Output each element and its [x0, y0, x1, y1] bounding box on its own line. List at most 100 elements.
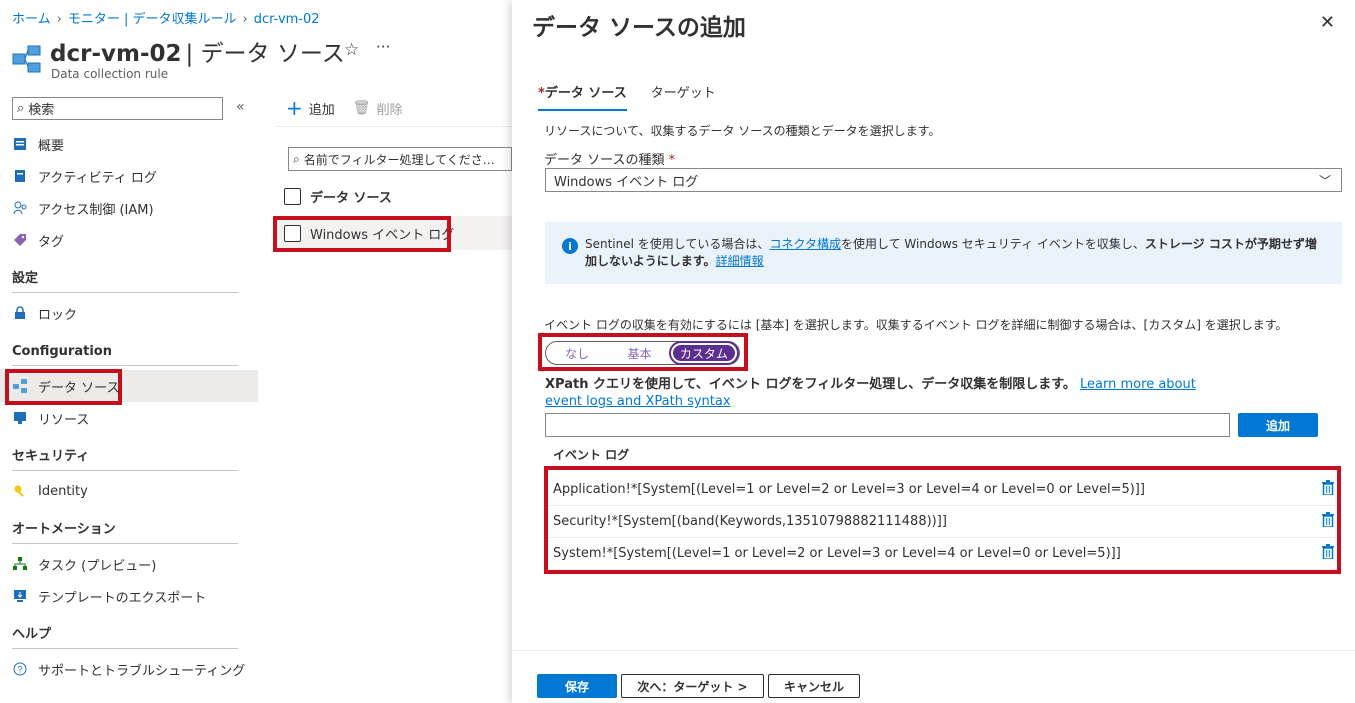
chevron-down-icon: ﹀	[1318, 173, 1331, 188]
event-log-list: Application!*[System[(Level=1 or Level=2…	[549, 474, 1338, 570]
column-header-data-source: データ ソース	[310, 191, 392, 206]
nav-item-tags[interactable]: タグ	[0, 224, 258, 256]
delete-trash-icon[interactable]	[1322, 512, 1334, 531]
tasks-icon	[12, 556, 28, 572]
resource-nav: 概要 アクティビティ ログ アクセス制御 (IAM) タグ 設定 ロック Con…	[0, 128, 258, 685]
nav-item-activity-log[interactable]: アクティビティ ログ	[0, 160, 258, 192]
nav-section-settings: 設定	[12, 271, 39, 286]
nav-item-label: ロック	[38, 307, 78, 323]
resource-blade: ホーム › モニター | データ収集ルール › dcr-vm-02 dcr-vm-02 |…	[0, 0, 512, 703]
nav-item-identity[interactable]: Identity	[0, 475, 258, 507]
learn-more-link[interactable]: 詳細情報	[716, 254, 764, 268]
xpath-description: XPath クエリを使用して、イベント ログをフィルター処理し、データ収集を制限…	[545, 376, 1225, 410]
nav-item-iam[interactable]: アクセス制御 (IAM)	[0, 192, 258, 224]
label-text: データ ソースの種類	[544, 153, 665, 168]
favorite-star-icon[interactable]: ☆	[344, 40, 359, 60]
page-name: | データ ソース	[185, 41, 345, 67]
help-circle-icon: ?	[12, 661, 28, 677]
data-source-type-label: データ ソースの種類 *	[544, 149, 675, 168]
row-checkbox[interactable]	[284, 225, 301, 242]
breadcrumb-monitor-dcr[interactable]: モニター | データ収集ルール	[68, 12, 237, 27]
xpath-query-input[interactable]	[545, 413, 1230, 437]
tab-target[interactable]: ターゲット	[651, 82, 716, 111]
search-icon: ⌕	[293, 151, 300, 166]
collapse-nav-icon[interactable]: «	[236, 99, 245, 115]
search-icon: ⌕	[17, 101, 25, 116]
delete-button[interactable]: 削除	[377, 99, 403, 118]
list-item: Security!*[System[(band(Keywords,1351079…	[549, 506, 1338, 538]
export-template-icon	[12, 588, 28, 604]
nav-divider	[12, 648, 238, 649]
next-target-button[interactable]: 次へ：ターゲット >	[621, 674, 764, 698]
monitor-icon	[12, 410, 28, 426]
toggle-option-basic[interactable]: 基本	[608, 343, 670, 363]
toolbar-divider	[276, 126, 512, 127]
list-item: Application!*[System[(Level=1 or Level=2…	[549, 474, 1338, 506]
row-data-source-name[interactable]: Windows イベント ログ	[310, 224, 454, 243]
nav-item-support[interactable]: ? サポートとトラブルシューティング	[0, 653, 258, 685]
grid-header: データ ソース	[284, 187, 392, 206]
add-data-source-panel: データ ソースの追加 ✕ *データ ソース ターゲット リソースについて、収集す…	[512, 0, 1355, 703]
nav-item-label: アクセス制御 (IAM)	[38, 202, 154, 218]
footer-divider	[512, 650, 1355, 651]
plus-icon[interactable]: +	[286, 98, 303, 118]
breadcrumb-separator: ›	[242, 12, 248, 27]
table-row-content: Windows イベント ログ	[284, 224, 454, 243]
command-bar: + 追加 🗑 削除	[286, 98, 403, 118]
panel-description: リソースについて、収集するデータ ソースの種類とデータを選択します。	[544, 124, 941, 138]
page-title: dcr-vm-02 | データ ソース	[50, 34, 345, 68]
toggle-option-custom[interactable]: カスタム	[670, 343, 737, 363]
cancel-button[interactable]: キャンセル	[768, 674, 860, 698]
toggle-option-none[interactable]: なし	[546, 343, 608, 363]
save-button[interactable]: 保存	[537, 674, 617, 698]
connector-config-link[interactable]: コネクタ構成	[769, 237, 841, 251]
nav-item-export-template[interactable]: テンプレートのエクスポート	[0, 580, 258, 612]
nav-divider	[12, 292, 238, 293]
nav-item-lock[interactable]: ロック	[0, 297, 258, 329]
info-text-mid: を使用して Windows セキュリティ イベントを収集し、	[840, 237, 1145, 251]
nav-search-placeholder: 検索	[28, 103, 55, 118]
nav-item-label: リソース	[38, 412, 90, 428]
nav-search-input[interactable]: ⌕ 検索	[12, 97, 223, 120]
lock-icon	[12, 305, 28, 321]
nav-item-label: タグ	[38, 234, 65, 250]
delete-trash-icon[interactable]	[1322, 544, 1334, 563]
select-all-checkbox[interactable]	[284, 188, 301, 205]
name-filter-input[interactable]: ⌕ 名前でフィルター処理してくださ…	[288, 147, 512, 171]
tab-label: データ ソース	[544, 86, 627, 101]
iam-icon	[12, 200, 28, 216]
nav-item-label: テンプレートのエクスポート	[38, 590, 207, 606]
nav-item-overview[interactable]: 概要	[0, 128, 258, 160]
resource-type: Data collection rule	[51, 67, 169, 81]
svg-text:?: ?	[17, 665, 22, 675]
info-icon: i	[562, 238, 578, 254]
tab-data-source[interactable]: *データ ソース	[538, 82, 627, 111]
nav-item-tasks[interactable]: タスク (プレビュー)	[0, 548, 258, 580]
xpath-text: XPath クエリを使用して、イベント ログをフィルター処理し、データ収集を制限…	[545, 377, 1076, 392]
more-options-icon[interactable]: ···	[376, 38, 390, 56]
activity-log-icon	[12, 168, 28, 184]
data-source-type-dropdown[interactable]: Windows イベント ログ ﹀	[545, 168, 1342, 192]
filter-placeholder: 名前でフィルター処理してくださ…	[303, 152, 495, 167]
resource-name: dcr-vm-02	[50, 41, 182, 67]
tag-icon	[12, 232, 28, 248]
breadcrumb-resource[interactable]: dcr-vm-02	[254, 12, 320, 27]
delete-trash-icon[interactable]	[1322, 480, 1334, 499]
required-mark: *	[538, 86, 545, 101]
nav-divider	[12, 543, 238, 544]
required-mark: *	[668, 153, 676, 168]
nav-item-resources[interactable]: リソース	[0, 402, 258, 434]
event-log-label: イベント ログ	[553, 448, 630, 462]
info-text-pre: Sentinel を使用している場合は、	[585, 237, 770, 251]
tab-label: ターゲット	[650, 86, 716, 101]
nav-item-data-sources[interactable]: データ ソース	[0, 370, 258, 402]
add-xpath-button[interactable]: 追加	[1238, 413, 1318, 437]
nav-item-label: Identity	[38, 483, 88, 499]
nav-item-label: 概要	[38, 138, 65, 154]
breadcrumb-home[interactable]: ホーム	[12, 12, 51, 27]
panel-title: データ ソースの追加	[532, 15, 746, 41]
event-log-query: Security!*[System[(band(Keywords,1351079…	[553, 514, 947, 529]
nav-section-security: セキュリティ	[12, 449, 90, 464]
add-button[interactable]: 追加	[309, 99, 335, 118]
close-icon[interactable]: ✕	[1320, 12, 1335, 33]
